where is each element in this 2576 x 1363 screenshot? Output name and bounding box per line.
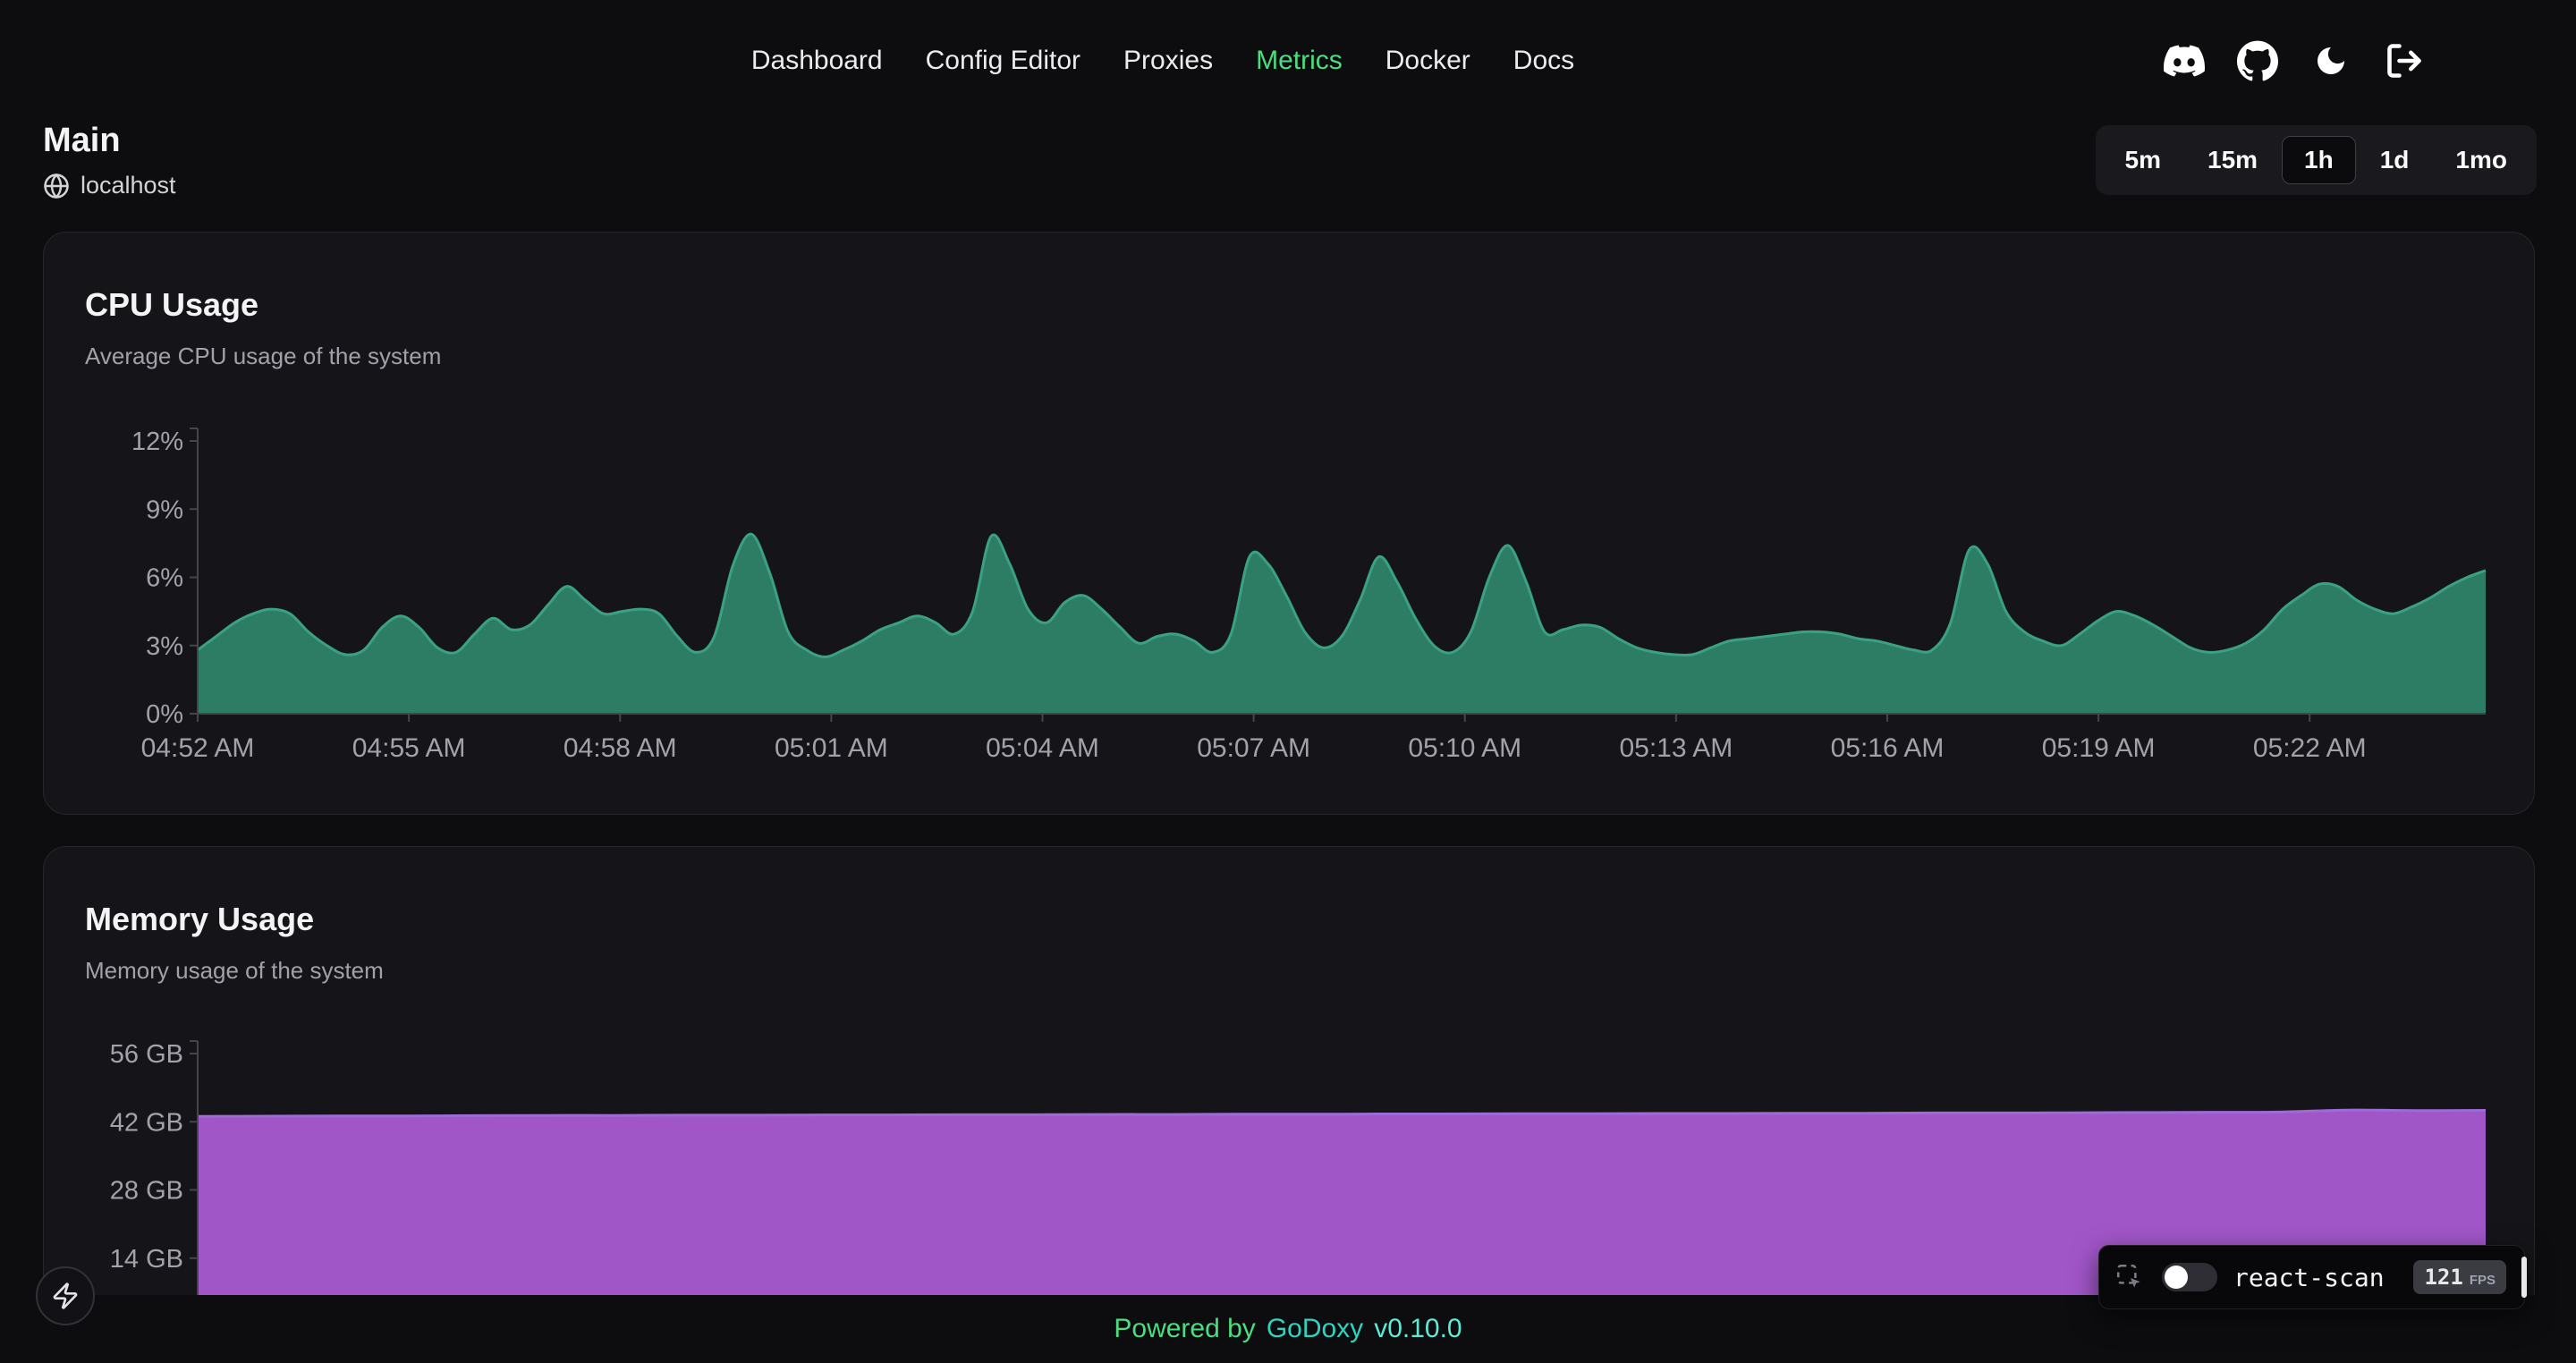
svg-text:05:01 AM: 05:01 AM [775,733,888,763]
svg-text:56 GB: 56 GB [110,1040,183,1069]
globe-icon [43,173,70,199]
fps-badge: 121 FPS [2413,1260,2506,1294]
svg-text:42 GB: 42 GB [110,1108,183,1137]
svg-text:6%: 6% [146,564,183,593]
memory-card-subtitle: Memory usage of the system [85,956,384,985]
cpu-usage-chart[interactable]: 0% 3% 6% 9% 12% 04:52 AM 04:55 AM 04:58 AM 05:01… [85,409,2495,766]
fps-value: 121 [2424,1266,2462,1288]
time-range-15m[interactable]: 15m [2185,136,2280,184]
discord-button[interactable] [2163,39,2206,82]
time-range-selector: 5m 15m 1h 1d 1mo [2096,125,2537,195]
cpu-card-subtitle: Average CPU usage of the system [85,342,441,370]
inspect-icon [2114,1262,2145,1292]
cpu-card-title: CPU Usage [85,286,258,324]
sign-out-icon [2385,41,2424,80]
svg-text:14 GB: 14 GB [110,1245,183,1274]
toggle-knob [2165,1266,2188,1289]
svg-text:0%: 0% [146,700,183,729]
nav-item-docs[interactable]: Docs [1513,46,1574,76]
sign-out-button[interactable] [2383,39,2426,82]
time-range-1mo[interactable]: 1mo [2433,136,2529,184]
nav-item-dashboard[interactable]: Dashboard [751,46,883,76]
time-range-5m[interactable]: 5m [2103,136,2183,184]
version-label: v0.10.0 [1374,1314,1462,1344]
fps-unit: FPS [2470,1274,2496,1287]
nav-item-config-editor[interactable]: Config Editor [926,46,1080,76]
main-nav: Dashboard Config Editor Proxies Metrics … [751,46,1574,76]
svg-text:05:10 AM: 05:10 AM [1408,733,1521,763]
hostname-row: localhost [43,172,176,199]
nav-icon-group [2163,39,2426,82]
nav-item-docker[interactable]: Docker [1385,46,1470,76]
page-title: Main [43,120,176,161]
svg-text:28 GB: 28 GB [110,1177,183,1206]
svg-text:05:22 AM: 05:22 AM [2253,733,2367,763]
svg-text:04:58 AM: 04:58 AM [564,733,677,763]
svg-text:05:07 AM: 05:07 AM [1197,733,1310,763]
nav-item-metrics[interactable]: Metrics [1256,46,1343,76]
react-scan-toolbar: react-scan 121 FPS [2098,1245,2525,1309]
cpu-usage-card: CPU Usage Average CPU usage of the syste… [43,232,2535,815]
svg-text:04:52 AM: 04:52 AM [141,733,255,763]
svg-text:05:13 AM: 05:13 AM [1619,733,1733,763]
footer-powered-by: Powered by [1114,1314,1255,1344]
github-icon [2237,40,2278,81]
nav-item-proxies[interactable]: Proxies [1123,46,1213,76]
lightning-bolt-icon [51,1282,80,1310]
dark-mode-moon-icon [2313,43,2349,79]
theme-toggle-button[interactable] [2309,39,2352,82]
hostname-label: localhost [80,172,176,199]
godoxy-link[interactable]: GoDoxy [1267,1314,1363,1344]
time-range-1h[interactable]: 1h [2282,136,2356,184]
quick-actions-button[interactable] [36,1266,95,1325]
top-navigation: Dashboard Config Editor Proxies Metrics … [0,0,2576,122]
svg-text:05:04 AM: 05:04 AM [986,733,1099,763]
svg-text:3%: 3% [146,632,183,661]
discord-icon [2164,40,2205,81]
svg-text:9%: 9% [146,495,183,524]
svg-text:05:19 AM: 05:19 AM [2042,733,2156,763]
svg-text:04:55 AM: 04:55 AM [352,733,466,763]
toolbar-resize-handle[interactable] [2521,1257,2527,1298]
react-scan-label: react-scan [2233,1263,2385,1292]
memory-card-title: Memory Usage [85,901,314,938]
github-button[interactable] [2236,39,2279,82]
react-scan-toggle[interactable] [2162,1263,2217,1291]
svg-text:12%: 12% [131,428,183,456]
inspect-button[interactable] [2114,1261,2146,1293]
site-header: Main localhost [43,120,176,199]
time-range-1d[interactable]: 1d [2358,136,2432,184]
svg-text:05:16 AM: 05:16 AM [1831,733,1945,763]
